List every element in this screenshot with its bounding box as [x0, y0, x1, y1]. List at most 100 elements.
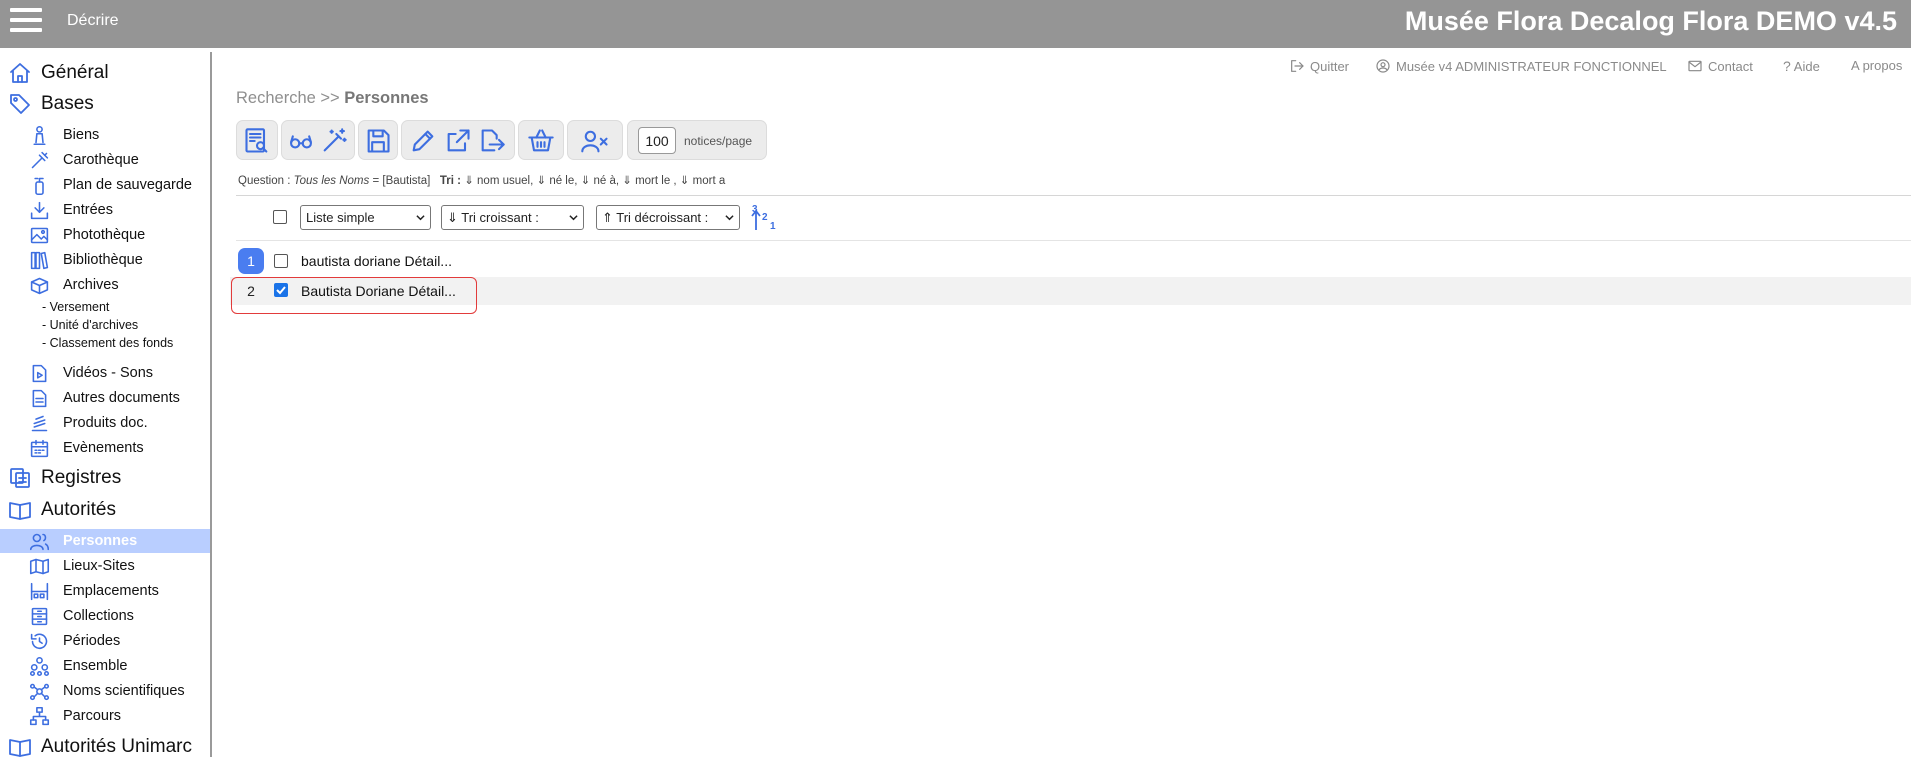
sidebar-subitem-versement[interactable]: - Versement: [42, 300, 109, 318]
quit-link[interactable]: Quitter: [1289, 58, 1349, 74]
row-checkbox-checked[interactable]: [274, 283, 288, 297]
breadcrumb: Recherche >> Personnes: [236, 89, 429, 108]
basket-icon: [528, 129, 554, 152]
sidebar-section-bases[interactable]: Bases: [0, 89, 211, 119]
sidebar-item-label: Produits doc.: [63, 415, 148, 431]
save-button[interactable]: [364, 127, 394, 155]
divider: [236, 240, 1911, 241]
sidebar-item-archives[interactable]: Archives: [0, 273, 211, 297]
row-checkbox[interactable]: [274, 254, 288, 268]
sort-digit-1: 1: [770, 221, 776, 232]
menu-label[interactable]: Décrire: [67, 11, 119, 31]
sidebar-item-biens[interactable]: Biens: [0, 123, 211, 147]
sort-descending-select[interactable]: ⇑ Tri décroissant :: [596, 205, 740, 230]
shelf-icon: [30, 582, 49, 601]
sidebar-section-label: Autorités Unimarc: [41, 736, 192, 757]
sidebar-item-plan-sauvegarde[interactable]: Plan de sauvegarde: [0, 173, 211, 197]
sidebar-subitem-unite-archives[interactable]: - Unité d'archives: [42, 318, 138, 336]
sidebar-item-collections[interactable]: Collections: [0, 604, 211, 628]
sidebar-item-produits-doc[interactable]: Produits doc.: [0, 411, 211, 435]
sidebar-scrollbar[interactable]: [210, 52, 212, 757]
sidebar-item-label: Emplacements: [63, 583, 159, 599]
sidebar-item-noms-scientifiques[interactable]: Noms scientifiques: [0, 679, 211, 703]
result-link[interactable]: bautista doriane Détail...: [301, 253, 452, 269]
about-link[interactable]: A propos: [1851, 58, 1902, 73]
sidebar-item-personnes[interactable]: Personnes: [0, 529, 211, 553]
breadcrumb-prefix[interactable]: Recherche >>: [236, 89, 344, 107]
sidebar-item-periodes[interactable]: Périodes: [0, 629, 211, 653]
sidebar-item-label: Photothèque: [63, 227, 146, 243]
sidebar-item-phototheque[interactable]: Photothèque: [0, 223, 211, 247]
preview-button[interactable]: [287, 127, 317, 155]
sidebar-item-entrees[interactable]: Entrées: [0, 198, 211, 222]
sidebar-item-bibliotheque[interactable]: Bibliothèque: [0, 248, 211, 272]
sidebar-item-label: Lieux-Sites: [63, 558, 135, 574]
magic-wand-button[interactable]: [320, 127, 350, 155]
breadcrumb-current: Personnes: [344, 89, 429, 107]
sidebar-item-lieux-sites[interactable]: Lieux-Sites: [0, 554, 211, 578]
users-icon: [29, 533, 50, 551]
export-button[interactable]: [478, 127, 508, 155]
user-remove-icon: [581, 130, 608, 153]
sidebar-item-label: Personnes: [63, 533, 138, 549]
open-external-button[interactable]: [444, 127, 474, 155]
sidebar-section-label: Bases: [41, 93, 94, 114]
user-link[interactable]: Musée v4 ADMINISTRATEUR FONCTIONNEL: [1375, 58, 1667, 74]
remove-user-button[interactable]: [580, 127, 610, 155]
image-icon: [30, 227, 49, 244]
statue-icon: [33, 125, 46, 146]
sidebar-item-carotheque[interactable]: Carothèque: [0, 148, 211, 172]
sidebar-item-label: Plan de sauvegarde: [63, 177, 192, 193]
toolbar-group-view: [236, 120, 278, 160]
sidebar-section-autorites[interactable]: Autorités: [0, 495, 211, 525]
stack-icon: [31, 415, 48, 432]
sidebar-item-label: Evènements: [63, 440, 144, 456]
history-icon: [30, 633, 48, 650]
sidebar-section-autorites-unimarc[interactable]: Autorités Unimarc: [0, 732, 211, 757]
sidebar-item-parcours[interactable]: Parcours: [0, 704, 211, 728]
magic-wand-icon: [323, 128, 347, 152]
basket-button[interactable]: [527, 127, 557, 155]
sidebar-subitem-classement-fonds[interactable]: - Classement des fonds: [42, 336, 173, 354]
sidebar-item-evenements[interactable]: Evènements: [0, 436, 211, 460]
sort-label: Tri :: [439, 175, 465, 187]
sidebar-item-label: Autres documents: [63, 390, 180, 406]
display-mode-value: Liste simple: [306, 210, 375, 225]
select-all-checkbox[interactable]: [273, 210, 287, 224]
sidebar-item-ensemble[interactable]: Ensemble: [0, 654, 211, 678]
sidebar-item-videos-sons[interactable]: Vidéos - Sons: [0, 361, 211, 385]
display-mode-select[interactable]: Liste simple: [300, 205, 431, 230]
quit-label: Quitter: [1310, 58, 1350, 74]
logout-icon: [1291, 60, 1304, 72]
question-value: = [Bautista]: [369, 175, 431, 187]
edit-button[interactable]: [409, 127, 439, 155]
per-page-input[interactable]: [638, 127, 676, 154]
list-search-button[interactable]: [243, 127, 273, 155]
home-icon: [10, 63, 30, 83]
sidebar-item-label: Vidéos - Sons: [63, 365, 154, 381]
about-label: A propos: [1851, 58, 1903, 73]
help-link[interactable]: ? Aide: [1783, 58, 1820, 74]
sort-ascending-value: ⇓ Tri croissant :: [447, 210, 539, 225]
sidebar-item-emplacements[interactable]: Emplacements: [0, 579, 211, 603]
toolbar-group-basket: [518, 120, 564, 160]
sidebar-item-label: Archives: [63, 277, 119, 293]
sitemap-icon: [29, 706, 50, 726]
result-link[interactable]: Bautista Doriane Détail...: [301, 283, 456, 299]
contact-label: Contact: [1708, 58, 1753, 74]
sidebar-section-label: Autorités: [41, 499, 116, 520]
open-book-icon: [9, 739, 31, 757]
sidebar-section-label: Général: [41, 62, 109, 83]
contact-link[interactable]: Contact: [1687, 58, 1753, 74]
sort-order-icon[interactable]: 3 2 1: [750, 204, 780, 234]
sidebar-item-autres-documents[interactable]: Autres documents: [0, 386, 211, 410]
sidebar-section-general[interactable]: Général: [0, 58, 211, 88]
toolbar-group-save: [358, 120, 398, 160]
sort-ascending-select[interactable]: ⇓ Tri croissant :: [441, 205, 584, 230]
sidebar-section-registres[interactable]: Registres: [0, 463, 211, 493]
sidebar-item-label: Noms scientifiques: [63, 683, 185, 699]
hamburger-menu-icon[interactable]: [10, 8, 42, 36]
group-icon: [29, 656, 50, 677]
file-export-icon: [481, 129, 505, 152]
chevron-down-icon: [569, 215, 578, 221]
